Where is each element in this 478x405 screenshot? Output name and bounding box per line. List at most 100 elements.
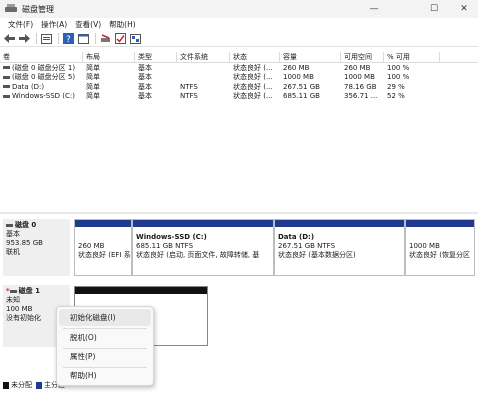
console-icon[interactable] [77, 33, 89, 45]
status-cell: 状态良好 (... [233, 82, 273, 91]
volume-cell: (磁盘 0 磁盘分区 5) [0, 72, 83, 82]
properties-icon[interactable] [40, 33, 52, 45]
table-row[interactable]: Windows-SSD (C:) 简单 基本 NTFS 状态良好 (... 68… [0, 92, 478, 102]
menu-bar: 文件(F) 操作(A) 查看(V) 帮助(H) [0, 18, 478, 31]
legend-swatch-primary [36, 381, 42, 389]
partition-status: 状态良好 (启动, 页面文件, 故障转储, 基 [136, 251, 260, 259]
title-bar: 磁盘管理 — ☐ ✕ [0, 0, 478, 18]
partition-size: 267.51 GB NTFS [278, 242, 336, 250]
free-space-cell: 78.16 GB [344, 82, 377, 91]
forward-icon[interactable] [18, 33, 30, 45]
volume-list: 卷 布局 类型 文件系统 状态 容量 可用空间 % 可用 (磁盘 0 磁盘分区 … [0, 51, 478, 102]
type-cell: 基本 [138, 63, 152, 72]
layout-cell: 简单 [86, 73, 100, 82]
primary-partition-bar [75, 220, 131, 227]
volume-cell: Windows-SSD (C:) [0, 92, 83, 100]
percent-free-cell: 100 % [387, 63, 410, 72]
filesystem-cell: NTFS [180, 82, 198, 91]
disk-name: 磁盘 0 [15, 221, 37, 229]
check-icon[interactable] [114, 33, 126, 45]
column-header-type[interactable]: 类型 [135, 51, 177, 63]
disk-management-icon [5, 4, 17, 14]
primary-partition-bar [133, 220, 273, 227]
free-space-cell: 1000 MB [344, 73, 375, 82]
partition-windows-ssd-c[interactable]: Windows-SSD (C:) 685.11 GB NTFS 状态良好 (启动… [132, 219, 274, 276]
help-icon[interactable]: ? [62, 33, 74, 45]
partition-efi[interactable]: 260 MB 状态良好 (EFI 系 [74, 219, 132, 276]
partition-status: 状态良好 (EFI 系 [78, 251, 131, 259]
legend-swatch-unallocated [3, 381, 9, 389]
toolbar-separator [36, 33, 37, 44]
context-menu: 初始化磁盘(I) 脱机(O) 属性(P) 帮助(H) [56, 306, 154, 386]
partition-name: Data (D:) [278, 233, 315, 241]
partition-status: 状态良好 (恢复分区 [409, 251, 470, 259]
svg-text:?: ? [66, 35, 71, 44]
disk-icon [6, 223, 13, 227]
partition-data-d[interactable]: Data (D:) 267.51 GB NTFS 状态良好 (基本数据分区) [274, 219, 405, 276]
partition-status: 状态良好 (基本数据分区) [278, 251, 356, 259]
volume-icon [3, 75, 10, 79]
table-row[interactable]: (磁盘 0 磁盘分区 5) 简单 基本 状态良好 (... 1000 MB 10… [0, 73, 478, 83]
maximize-button[interactable]: ☐ [420, 0, 448, 18]
window-title: 磁盘管理 [22, 4, 54, 14]
status-cell: 状态良好 (... [233, 63, 273, 72]
layout-cell: 简单 [86, 82, 100, 91]
rescan-icon[interactable] [99, 33, 111, 45]
minimize-button[interactable]: — [360, 0, 388, 18]
column-header-capacity[interactable]: 容量 [280, 51, 341, 63]
disk-state: 联机 [6, 248, 20, 256]
settings-icon[interactable] [129, 33, 141, 45]
volume-icon [3, 85, 10, 89]
capacity-cell: 260 MB [283, 63, 310, 72]
menu-item-initialize-disk[interactable]: 初始化磁盘(I) [59, 309, 151, 326]
column-header-status[interactable]: 状态 [230, 51, 280, 63]
percent-free-cell: 100 % [387, 73, 410, 82]
toolbar-separator [95, 33, 96, 44]
volume-name: Windows-SSD (C:) [12, 92, 75, 101]
type-cell: 基本 [138, 92, 152, 101]
volume-icon [3, 66, 10, 70]
layout-cell: 简单 [86, 63, 100, 72]
column-header-percent-free[interactable]: % 可用 [384, 51, 440, 63]
column-header-filesystem[interactable]: 文件系统 [177, 51, 230, 63]
free-space-cell: 356.71 ... [344, 92, 378, 101]
free-space-cell: 260 MB [344, 63, 371, 72]
disk-type: 未知 [6, 296, 20, 304]
menu-item-offline[interactable]: 脱机(O) [59, 329, 151, 346]
toolbar-separator [58, 33, 59, 44]
menu-file[interactable]: 文件(F) [4, 19, 37, 30]
volume-name: (磁盘 0 磁盘分区 5) [12, 73, 76, 82]
table-row[interactable]: (磁盘 0 磁盘分区 1) 简单 基本 状态良好 (... 260 MB 260… [0, 63, 478, 73]
menu-view[interactable]: 查看(V) [71, 19, 105, 30]
column-header-layout[interactable]: 布局 [83, 51, 135, 63]
status-cell: 状态良好 (... [233, 73, 273, 82]
legend-label-unallocated: 未分配 [11, 381, 32, 389]
column-header-free-space[interactable]: 可用空间 [341, 51, 384, 63]
type-cell: 基本 [138, 82, 152, 91]
percent-free-cell: 52 % [387, 92, 405, 101]
volume-name: (磁盘 0 磁盘分区 1) [12, 63, 76, 72]
menu-item-help[interactable]: 帮助(H) [59, 367, 151, 384]
disk-0-label[interactable]: 磁盘 0 基本 953.85 GB 联机 [3, 219, 70, 276]
partition-name: Windows-SSD (C:) [136, 233, 207, 241]
back-icon[interactable] [3, 33, 15, 45]
volume-cell: Data (D:) [0, 83, 83, 91]
menu-help[interactable]: 帮助(H) [105, 19, 140, 30]
volume-icon [3, 94, 10, 98]
disk-icon [9, 289, 17, 293]
column-header-volume[interactable]: 卷 [0, 51, 83, 63]
close-button[interactable]: ✕ [450, 0, 478, 18]
filesystem-cell: NTFS [180, 92, 198, 101]
primary-partition-bar [275, 220, 404, 227]
partition-recovery[interactable]: 1000 MB 状态良好 (恢复分区 [405, 219, 475, 276]
menu-action[interactable]: 操作(A) [37, 19, 71, 30]
volume-cell: (磁盘 0 磁盘分区 1) [0, 63, 83, 73]
primary-partition-bar [406, 220, 474, 227]
partition-size: 1000 MB [409, 242, 440, 250]
toolbar: ? [0, 31, 478, 47]
capacity-cell: 1000 MB [283, 73, 314, 82]
table-row[interactable]: Data (D:) 简单 基本 NTFS 状态良好 (... 267.51 GB… [0, 82, 478, 92]
type-cell: 基本 [138, 73, 152, 82]
capacity-cell: 267.51 GB [283, 82, 320, 91]
menu-item-properties[interactable]: 属性(P) [59, 348, 151, 365]
